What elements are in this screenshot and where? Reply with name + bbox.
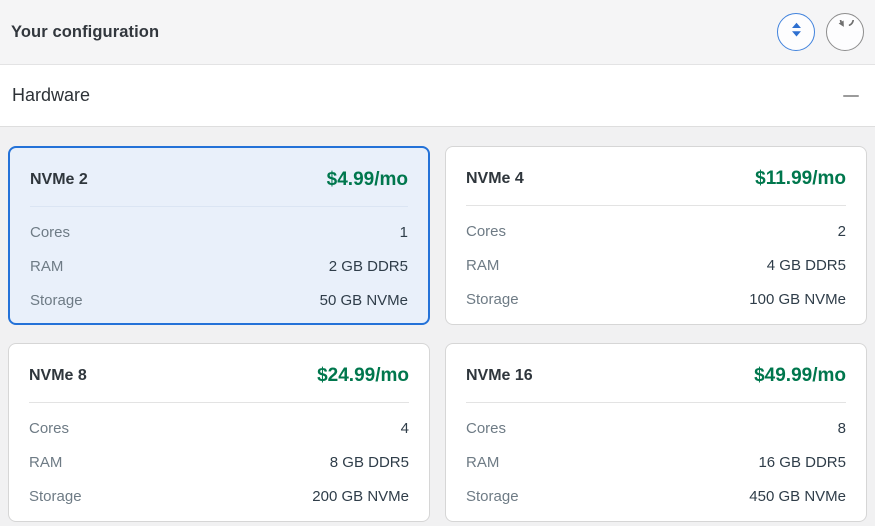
spec-value: 100 GB NVMe bbox=[749, 290, 846, 308]
spec-row-storage: Storage 50 GB NVMe bbox=[30, 283, 408, 317]
configuration-header: Your configuration bbox=[0, 0, 875, 65]
spec-value: 4 bbox=[400, 419, 409, 437]
spec-value: 8 GB DDR5 bbox=[329, 453, 409, 471]
card-divider bbox=[466, 205, 846, 206]
card-divider bbox=[30, 206, 408, 207]
spec-row-storage: Storage 100 GB NVMe bbox=[466, 282, 846, 316]
spec-rows: Cores 1 RAM 2 GB DDR5 Storage 50 GB NVMe bbox=[30, 215, 408, 317]
spec-value: 450 GB NVMe bbox=[749, 487, 846, 505]
spec-value: 8 bbox=[837, 419, 846, 437]
plan-card-header: NVMe 8 $24.99/mo bbox=[29, 344, 409, 402]
plan-card-nvme-4[interactable]: NVMe 4 $11.99/mo Cores 2 RAM 4 GB DDR5 S… bbox=[445, 146, 867, 325]
spec-row-cores: Cores 4 bbox=[29, 411, 409, 445]
spec-label: Storage bbox=[466, 290, 519, 308]
spec-label: Storage bbox=[30, 291, 83, 309]
spec-value: 16 GB DDR5 bbox=[758, 453, 846, 471]
plan-card-nvme-16[interactable]: NVMe 16 $49.99/mo Cores 8 RAM 16 GB DDR5… bbox=[445, 343, 867, 522]
spec-row-cores: Cores 2 bbox=[466, 214, 846, 248]
plan-name: NVMe 8 bbox=[29, 367, 87, 384]
unfold-icon bbox=[790, 22, 803, 43]
spec-row-ram: RAM 4 GB DDR5 bbox=[466, 248, 846, 282]
card-divider bbox=[466, 402, 846, 403]
spec-row-storage: Storage 450 GB NVMe bbox=[466, 479, 846, 513]
page-title: Your configuration bbox=[11, 22, 160, 41]
spec-value: 2 GB DDR5 bbox=[328, 257, 408, 275]
spec-value: 50 GB NVMe bbox=[319, 291, 408, 309]
plan-card-header: NVMe 2 $4.99/mo bbox=[30, 148, 408, 206]
plan-name: NVMe 4 bbox=[466, 170, 524, 187]
spec-row-storage: Storage 200 GB NVMe bbox=[29, 479, 409, 513]
spec-value: 1 bbox=[399, 223, 408, 241]
spec-row-ram: RAM 2 GB DDR5 bbox=[30, 249, 408, 283]
spec-rows: Cores 4 RAM 8 GB DDR5 Storage 200 GB NVM… bbox=[29, 411, 409, 513]
plan-card-nvme-8[interactable]: NVMe 8 $24.99/mo Cores 4 RAM 8 GB DDR5 S… bbox=[8, 343, 430, 522]
spec-label: Storage bbox=[29, 487, 82, 505]
plan-name: NVMe 16 bbox=[466, 367, 533, 384]
plan-card-header: NVMe 4 $11.99/mo bbox=[466, 147, 846, 205]
plan-card-header: NVMe 16 $49.99/mo bbox=[466, 344, 846, 402]
plan-name: NVMe 2 bbox=[30, 171, 88, 188]
section-title: Hardware bbox=[12, 85, 91, 105]
spec-row-ram: RAM 16 GB DDR5 bbox=[466, 445, 846, 479]
spec-label: RAM bbox=[30, 257, 64, 275]
plan-price: $4.99/mo bbox=[326, 169, 408, 190]
spec-row-cores: Cores 8 bbox=[466, 411, 846, 445]
spec-value: 2 bbox=[837, 222, 846, 240]
plan-card-nvme-2[interactable]: NVMe 2 $4.99/mo Cores 1 RAM 2 GB DDR5 St… bbox=[8, 146, 430, 325]
spec-label: RAM bbox=[466, 256, 500, 274]
spec-value: 4 GB DDR5 bbox=[766, 256, 846, 274]
hardware-section-header: Hardware bbox=[0, 65, 875, 127]
card-divider bbox=[29, 402, 409, 403]
spec-label: RAM bbox=[466, 453, 500, 471]
plan-price: $49.99/mo bbox=[754, 365, 846, 386]
spec-label: Cores bbox=[29, 419, 70, 437]
header-actions bbox=[777, 11, 864, 51]
spec-row-cores: Cores 1 bbox=[30, 215, 408, 249]
spec-row-ram: RAM 8 GB DDR5 bbox=[29, 445, 409, 479]
spec-rows: Cores 8 RAM 16 GB DDR5 Storage 450 GB NV… bbox=[466, 411, 846, 513]
spec-value: 200 GB NVMe bbox=[312, 487, 409, 505]
minus-icon bbox=[843, 94, 859, 97]
spec-label: Cores bbox=[30, 223, 71, 241]
spec-label: Cores bbox=[466, 419, 507, 437]
spec-rows: Cores 2 RAM 4 GB DDR5 Storage 100 GB NVM… bbox=[466, 214, 846, 316]
spec-label: RAM bbox=[29, 453, 63, 471]
spec-label: Storage bbox=[466, 487, 519, 505]
collapse-expand-all-button[interactable] bbox=[777, 13, 815, 51]
reset-icon bbox=[835, 11, 855, 45]
hardware-cards-area: NVMe 2 $4.99/mo Cores 1 RAM 2 GB DDR5 St… bbox=[0, 127, 875, 526]
collapse-section-button[interactable] bbox=[839, 84, 863, 108]
reset-button[interactable] bbox=[826, 11, 864, 51]
plans-grid: NVMe 2 $4.99/mo Cores 1 RAM 2 GB DDR5 St… bbox=[8, 146, 867, 522]
plan-price: $24.99/mo bbox=[317, 365, 409, 386]
plan-price: $11.99/mo bbox=[755, 168, 846, 189]
spec-label: Cores bbox=[466, 222, 507, 240]
